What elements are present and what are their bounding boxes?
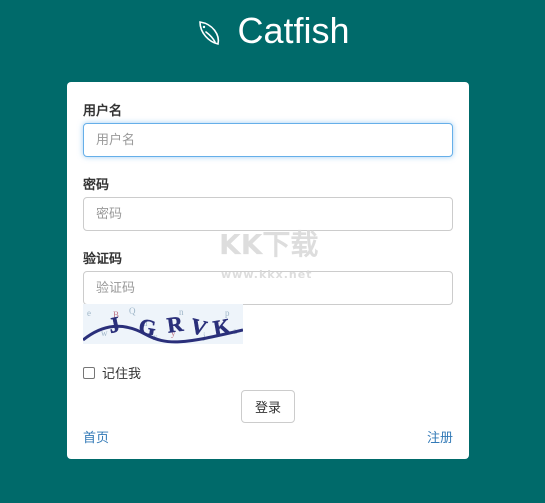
- remember-checkbox[interactable]: [83, 366, 95, 379]
- login-button[interactable]: 登录: [241, 390, 295, 423]
- home-link[interactable]: 首页: [83, 427, 109, 446]
- login-card: 用户名 密码 验证码 ewQ xnj pau Byt J G R V K 记住我…: [67, 82, 469, 459]
- captcha-image[interactable]: ewQ xnj pau Byt J G R V K: [83, 304, 243, 344]
- watermark-title: KK下载: [219, 228, 318, 261]
- remember-me[interactable]: 记住我: [83, 363, 141, 382]
- brand-header: Catfish: [0, 10, 545, 52]
- svg-text:Q: Q: [129, 306, 136, 316]
- username-input[interactable]: [83, 123, 453, 157]
- remember-label: 记住我: [102, 367, 142, 382]
- password-input[interactable]: [83, 197, 453, 231]
- fish-icon: [199, 21, 220, 45]
- register-link[interactable]: 注册: [427, 427, 453, 446]
- username-label: 用户名: [83, 104, 123, 119]
- brand-name: Catfish: [237, 10, 350, 51]
- svg-text:e: e: [87, 308, 91, 318]
- captcha-input[interactable]: [83, 271, 453, 305]
- captcha-label: 验证码: [83, 252, 123, 267]
- password-label: 密码: [83, 178, 110, 193]
